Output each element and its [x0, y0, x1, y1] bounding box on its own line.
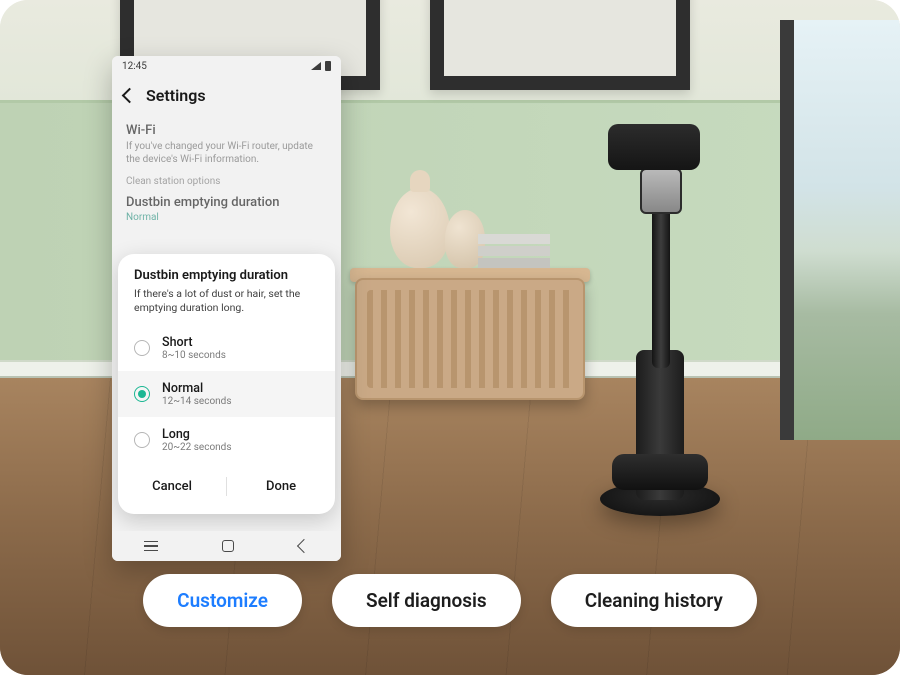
sideboard	[355, 278, 585, 400]
settings-item-value: Normal	[126, 212, 327, 223]
dialog-actions: Cancel Done	[118, 463, 335, 514]
option-label: Short	[162, 335, 226, 350]
room-window	[780, 20, 900, 440]
nav-back-icon[interactable]	[297, 539, 311, 553]
phone-mockup: 12:45 Settings Wi-Fi If you've changed y…	[112, 56, 341, 561]
tab-self-diagnosis[interactable]: Self diagnosis	[332, 574, 521, 627]
app-bar: Settings	[112, 76, 341, 115]
vacuum-brush-head	[612, 454, 708, 490]
settings-item-wifi[interactable]: Wi-Fi If you've changed your Wi-Fi route…	[126, 123, 327, 166]
wall-frame	[430, 0, 690, 90]
status-icons	[311, 61, 331, 71]
app-bar-title: Settings	[146, 86, 206, 105]
vacuum-canister	[640, 168, 682, 214]
settings-section-label: Clean station options	[126, 176, 327, 187]
nav-recents-icon[interactable]	[144, 541, 158, 552]
dustbin-dialog: Dustbin emptying duration If there's a l…	[118, 254, 335, 514]
feature-tabs: Customize Self diagnosis Cleaning histor…	[0, 574, 900, 627]
back-icon[interactable]	[120, 88, 136, 104]
tab-cleaning-history[interactable]: Cleaning history	[551, 574, 757, 627]
settings-item-title: Wi-Fi	[126, 123, 327, 138]
cancel-button[interactable]: Cancel	[118, 471, 226, 502]
product-scene: 12:45 Settings Wi-Fi If you've changed y…	[0, 0, 900, 675]
option-label: Normal	[162, 381, 232, 396]
battery-icon	[325, 61, 331, 71]
vacuum-motor-unit	[608, 124, 700, 170]
dialog-desc: If there's a lot of dust or hair, set th…	[134, 287, 319, 315]
android-nav-bar	[112, 531, 341, 561]
radio-icon	[134, 432, 150, 448]
signal-icon	[311, 62, 321, 70]
book-stack	[478, 234, 550, 268]
vase-large	[390, 188, 450, 268]
done-button[interactable]: Done	[227, 471, 335, 502]
settings-item-desc: If you've changed your Wi-Fi router, upd…	[126, 140, 327, 166]
dialog-option-normal[interactable]: Normal 12~14 seconds	[118, 371, 335, 417]
radio-icon	[134, 386, 150, 402]
status-bar: 12:45	[112, 56, 341, 76]
settings-list: Wi-Fi If you've changed your Wi-Fi route…	[112, 115, 341, 223]
settings-item-dustbin[interactable]: Dustbin emptying duration Normal	[126, 195, 327, 223]
status-time: 12:45	[122, 61, 147, 72]
option-detail: 8~10 seconds	[162, 350, 226, 361]
option-detail: 12~14 seconds	[162, 396, 232, 407]
dialog-option-short[interactable]: Short 8~10 seconds	[118, 325, 335, 371]
nav-home-icon[interactable]	[222, 540, 234, 552]
option-label: Long	[162, 427, 232, 442]
tab-customize[interactable]: Customize	[143, 574, 302, 627]
option-detail: 20~22 seconds	[162, 442, 232, 453]
settings-item-title: Dustbin emptying duration	[126, 195, 327, 210]
dialog-option-long[interactable]: Long 20~22 seconds	[118, 417, 335, 463]
dialog-title: Dustbin emptying duration	[134, 268, 319, 283]
radio-icon	[134, 340, 150, 356]
